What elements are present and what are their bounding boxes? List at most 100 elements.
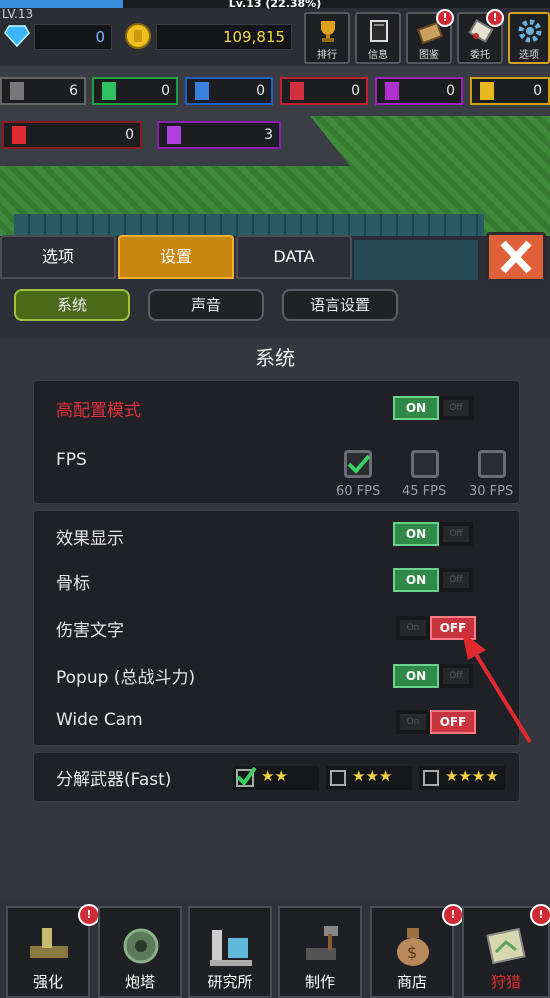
codex-button-label: 图鉴 (419, 50, 439, 61)
fps-60-checkbox[interactable] (344, 450, 372, 478)
toggle-off-dim: Off (443, 400, 469, 416)
bone-marker-on: ON (393, 568, 439, 592)
disassemble-4star[interactable]: ★★★★ (419, 766, 505, 790)
commission-alert-icon: ! (486, 9, 504, 27)
book-icon (370, 20, 388, 42)
nav-lab-label: 研究所 (207, 973, 253, 991)
resource-green: 0 (92, 77, 178, 105)
popup-label: Popup (总战斗力) (56, 668, 196, 688)
resource-blue: 0 (185, 77, 273, 105)
tab-strip-filler (354, 240, 478, 280)
resource-blue-value: 0 (256, 83, 265, 99)
nav-shop[interactable]: $ 商店 (370, 906, 454, 998)
wide-cam-on-dim: On (400, 714, 426, 730)
checkbox-empty-icon (330, 770, 346, 786)
anvil-icon (30, 928, 68, 958)
money-bag-icon: $ (397, 928, 429, 966)
nav-lab[interactable]: 研究所 (188, 906, 272, 998)
dungeon-wall (14, 214, 484, 236)
resource-crimson-text: 0 (125, 127, 134, 143)
stars-4: ★★★★ (445, 767, 499, 785)
fps-30-label: 30 FPS (469, 484, 514, 499)
svg-text:$: $ (407, 943, 417, 962)
effects-toggle[interactable]: ON Off (393, 522, 473, 546)
resource-yellow-value: 0 (533, 83, 542, 99)
info-button-label: 信息 (368, 50, 388, 61)
effects-off-dim: Off (443, 526, 469, 542)
turret-icon (123, 928, 159, 964)
shop-alert-icon: ! (442, 904, 464, 926)
section-title: 系统 (255, 346, 295, 370)
resource-violet-box: 3 (157, 121, 281, 149)
close-button[interactable] (486, 232, 546, 282)
stars-2: ★★ (261, 767, 288, 785)
crimson-gem-icon (12, 126, 26, 144)
subtab-sound[interactable]: 声音 (148, 289, 264, 321)
resource-violet-text: 3 (264, 127, 273, 143)
red-arrow-annotation (462, 632, 532, 744)
gold-count: 109,815 (156, 24, 292, 50)
nav-shop-label: 商店 (396, 973, 427, 991)
trophy-icon (321, 21, 335, 42)
fps-45-checkbox[interactable] (411, 450, 439, 478)
stars-3: ★★★ (352, 767, 393, 785)
subtab-system[interactable]: 系统 (14, 289, 130, 321)
toggle-on-state: ON (393, 396, 439, 420)
resource-yellow: 0 (470, 77, 550, 105)
bone-marker-off-dim: Off (443, 572, 469, 588)
nav-craft-label: 制作 (304, 973, 335, 991)
wide-cam-label: Wide Cam (56, 710, 143, 730)
effects-label: 效果显示 (56, 529, 124, 549)
info-button[interactable]: 信息 (355, 12, 401, 64)
resource-gray: 6 (0, 77, 86, 105)
options-button[interactable]: 选项 (508, 12, 550, 64)
disassemble-2star[interactable]: ★★ (233, 766, 319, 790)
checkbox-empty-icon (423, 770, 439, 786)
nav-enhance[interactable]: 强化 (6, 906, 90, 998)
nav-craft[interactable]: 制作 (278, 906, 362, 998)
subtab-language[interactable]: 语言设置 (282, 289, 398, 321)
nav-turret-label: 炮塔 (124, 973, 155, 991)
fps-45-label: 45 FPS (402, 484, 447, 499)
hunt-alert-icon: ! (530, 904, 550, 926)
laboratory-icon (210, 930, 252, 966)
fps-60-label: 60 FPS (336, 484, 381, 499)
rank-button-label: 排行 (317, 50, 337, 61)
effects-on: ON (393, 522, 439, 546)
resource-crimson-box: 0 (2, 121, 142, 149)
popup-on: ON (393, 664, 439, 688)
disassemble-3star[interactable]: ★★★ (326, 766, 412, 790)
resource-purple: 0 (375, 77, 463, 105)
high-config-toggle[interactable]: ON Off (393, 396, 473, 420)
tab-settings[interactable]: 设置 (118, 235, 234, 279)
high-config-label: 高配置模式 (56, 401, 141, 421)
checkmark-icon (236, 766, 257, 787)
player-level: LV.13 (2, 7, 34, 21)
gold-coin-icon (124, 22, 152, 50)
resource-red-value: 0 (351, 83, 360, 99)
bone-marker-toggle[interactable]: ON Off (393, 568, 473, 592)
damage-text-on-dim: On (400, 620, 426, 636)
resource-gray-value: 6 (69, 83, 78, 99)
nav-hunt-label: 狩猎 (490, 973, 521, 991)
hammer-icon (306, 926, 338, 960)
diamond-count: 0 (34, 24, 112, 50)
enhance-alert-icon: ! (78, 904, 100, 926)
diamond-icon (4, 24, 30, 48)
resource-green-value: 0 (161, 83, 170, 99)
resource-purple-value: 0 (446, 83, 455, 99)
close-icon (500, 240, 532, 274)
fps-label: FPS (56, 450, 87, 470)
bone-marker-label: 骨标 (56, 574, 90, 594)
map-icon (486, 927, 526, 965)
nav-enhance-label: 强化 (32, 973, 63, 991)
nav-turret[interactable]: 炮塔 (98, 906, 182, 998)
fps-30-checkbox[interactable] (478, 450, 506, 478)
disassemble-label: 分解武器(Fast) (56, 770, 172, 790)
violet-gem-icon (167, 126, 181, 144)
tab-data[interactable]: DATA (236, 235, 352, 279)
resource-red: 0 (280, 77, 368, 105)
codex-alert-icon: ! (436, 9, 454, 27)
rank-button[interactable]: 排行 (304, 12, 350, 64)
tab-options[interactable]: 选项 (0, 235, 116, 279)
